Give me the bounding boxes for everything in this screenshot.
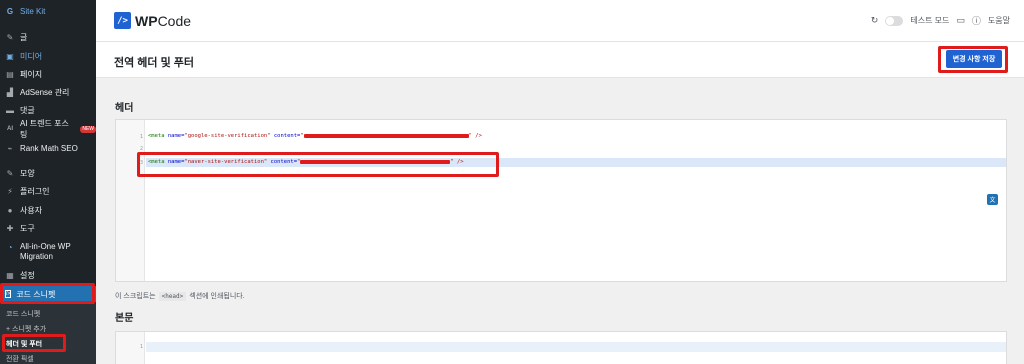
topbar-actions: ↻ 테스트 모드 ▭ ⓘ 도움말 xyxy=(871,14,1010,27)
sidebar-item-label: 글 xyxy=(20,32,28,42)
admin-sidebar: G Site Kit ✎ 글 ▣ 미디어 ▤ 페이지 ▟ AdSense 관리 … xyxy=(0,0,96,364)
help-icon[interactable]: ⓘ xyxy=(972,14,981,27)
sidebar-item-label: 모양 xyxy=(20,168,35,178)
sidebar-item-rank-math[interactable]: ⌁ Rank Math SEO xyxy=(0,141,96,155)
sidebar-item-code-snippets[interactable]: /> 코드 스니펫 xyxy=(0,286,96,302)
brush-icon: ✎ xyxy=(6,168,14,178)
wpcode-logo-text: WPCode xyxy=(135,12,192,29)
new-badge: NEW xyxy=(80,125,96,133)
sidebar-item-label: 도구 xyxy=(20,223,35,233)
sidebar-item-label: AdSense 관리 xyxy=(20,87,70,97)
submenu-item-add-snippet[interactable]: + 스니펫 추가 xyxy=(6,324,46,334)
redacted-value xyxy=(303,133,469,138)
refresh-icon[interactable]: ↻ xyxy=(871,15,879,26)
sidebar-item-label: 댓글 xyxy=(20,105,35,115)
sidebar-item-label: All-in-One WP Migration xyxy=(20,242,71,261)
sidebar-item-users[interactable]: ● 사용자 xyxy=(0,203,96,217)
code-line-google-verification: <meta name="google-site-verification" co… xyxy=(148,133,482,139)
ai-icon: AI xyxy=(7,126,13,132)
translate-icon[interactable]: 文 xyxy=(987,194,998,205)
line-number: 1 xyxy=(140,344,144,350)
sidebar-item-label: 플러그인 xyxy=(20,186,50,196)
sidebar-item-posts[interactable]: ✎ 글 xyxy=(0,30,96,44)
sidebar-item-label: 사용자 xyxy=(20,205,43,215)
line-number: 1 xyxy=(140,134,144,140)
sidebar-item-tools[interactable]: ✚ 도구 xyxy=(0,221,96,235)
sidebar-item-plugins[interactable]: ⚡ 플러그인 xyxy=(0,184,96,198)
submenu-item-code-snippets[interactable]: 코드 스니펫 xyxy=(6,309,40,319)
sidebar-item-media[interactable]: ▣ 미디어 xyxy=(0,49,96,63)
inbox-icon[interactable]: ▭ xyxy=(956,15,965,26)
page-icon: ▤ xyxy=(6,69,14,79)
comment-icon: ▬ xyxy=(6,105,14,115)
sidebar-item-label: 설정 xyxy=(20,270,35,280)
line-number: 3 xyxy=(140,160,144,166)
sidebar-item-settings[interactable]: ▦ 설정 xyxy=(0,268,96,282)
code-line-naver-verification: <meta name="naver-site-verification" con… xyxy=(148,159,464,165)
page-header: 전역 헤더 및 푸터 변경 사항 저장 xyxy=(96,42,1024,78)
wpcode-logo-icon: /> xyxy=(114,12,131,29)
code-icon: /> xyxy=(5,290,12,298)
line-number: 2 xyxy=(140,146,144,152)
rank-math-icon: ⌁ xyxy=(7,143,13,153)
plugin-icon: ⚡ xyxy=(7,186,13,196)
sidebar-item-label: 미디어 xyxy=(20,51,43,61)
plugin-topbar: /> WPCode ↻ 테스트 모드 ▭ ⓘ 도움말 xyxy=(96,0,1024,42)
test-mode-toggle[interactable] xyxy=(885,15,904,26)
settings-icon: ▦ xyxy=(6,270,14,280)
google-g-icon: G xyxy=(6,6,14,16)
header-help-text: 이 스크립트는 <head> 섹션에 인쇄됩니다. xyxy=(115,291,245,301)
sidebar-item-ai-trend[interactable]: AI AI 트렌드 포스팅 NEW xyxy=(0,119,96,139)
line-number-gutter: 1 xyxy=(116,332,145,364)
sidebar-item-label: AI 트렌드 포스팅 xyxy=(20,119,69,139)
pin-icon: ✎ xyxy=(6,32,14,42)
page-title: 전역 헤더 및 푸터 xyxy=(114,57,195,69)
test-mode-label: 테스트 모드 xyxy=(910,16,950,25)
header-section-label: 헤더 xyxy=(115,103,134,114)
sidebar-item-label: 페이지 xyxy=(20,69,43,79)
sidebar-item-label: 코드 스니펫 xyxy=(16,289,56,299)
sidebar-item-site-kit[interactable]: G Site Kit xyxy=(0,4,96,18)
migration-icon: ◔ xyxy=(7,242,13,252)
help-link[interactable]: 도움말 xyxy=(988,15,1010,26)
active-line-highlight xyxy=(146,342,1006,352)
submenu-item-conversion-pixels[interactable]: 전환 픽셀 xyxy=(6,354,34,364)
media-icon: ▣ xyxy=(6,51,14,61)
user-icon: ● xyxy=(7,205,13,215)
submenu-item-header-footer[interactable]: 헤더 및 푸터 xyxy=(6,339,42,349)
redacted-value xyxy=(300,159,451,164)
sidebar-submenu: 코드 스니펫 + 스니펫 추가 헤더 및 푸터 전환 픽셀 xyxy=(0,302,96,364)
header-code-editor[interactable]: 1 2 3 <meta name="google-site-verificati… xyxy=(115,119,1007,282)
body-section-label: 본문 xyxy=(115,313,134,324)
sidebar-item-pages[interactable]: ▤ 페이지 xyxy=(0,67,96,81)
chart-icon: ▟ xyxy=(6,87,14,97)
sidebar-item-comments[interactable]: ▬ 댓글 xyxy=(0,103,96,117)
save-changes-button[interactable]: 변경 사항 저장 xyxy=(946,50,1002,68)
wrench-icon: ✚ xyxy=(6,223,14,233)
sidebar-item-label: Rank Math SEO xyxy=(20,143,78,153)
head-tag-code: <head> xyxy=(158,291,187,301)
wpcode-logo: /> WPCode xyxy=(114,12,191,29)
body-code-editor[interactable]: 1 xyxy=(115,331,1007,364)
sidebar-item-label: Site Kit xyxy=(20,6,46,16)
line-number-gutter: 1 2 3 xyxy=(116,120,145,281)
sidebar-item-appearance[interactable]: ✎ 모양 xyxy=(0,166,96,180)
sidebar-item-adsense[interactable]: ▟ AdSense 관리 xyxy=(0,85,96,99)
sidebar-item-all-in-one-migration[interactable]: ◔ All-in-One WP Migration xyxy=(0,242,96,262)
